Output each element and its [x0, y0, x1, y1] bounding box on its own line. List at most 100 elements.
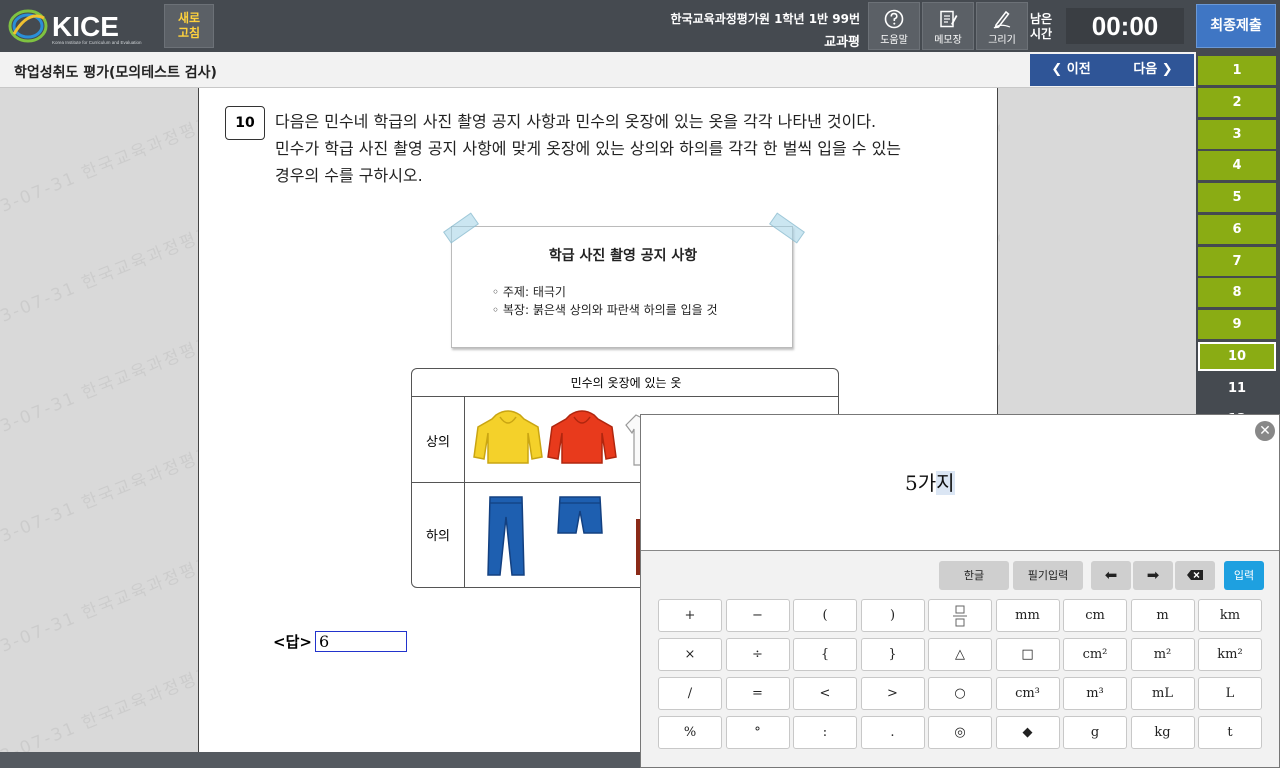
question-number-button[interactable]: 8 [1198, 278, 1276, 308]
arrow-right-icon[interactable]: ➡ [1133, 561, 1173, 590]
question-number: 10 [225, 106, 265, 140]
help-button[interactable]: 도움말 [868, 2, 920, 50]
keypad-key[interactable]: ) [860, 599, 925, 632]
question-number-button[interactable]: 4 [1198, 151, 1276, 181]
keypad-key[interactable]: ◆ [995, 716, 1060, 749]
divider [464, 397, 465, 587]
keypad-key[interactable]: g [1063, 716, 1127, 749]
notice-title: 학급 사진 촬영 공지 사항 [548, 248, 698, 264]
keypad-key[interactable]: kg [1130, 716, 1195, 749]
chevron-right-icon: ❯ [1161, 62, 1173, 77]
help-icon [884, 9, 904, 29]
composing-character: 지 [936, 471, 955, 495]
input-display[interactable]: 5가지 ✕ [641, 415, 1279, 551]
question-number-button[interactable]: 1 [1198, 56, 1276, 85]
keypad-key[interactable]: cm² [1063, 638, 1127, 671]
backspace-icon[interactable] [1175, 561, 1215, 590]
question-number-button[interactable]: 6 [1198, 214, 1276, 244]
row-label-bottoms: 하의 [426, 529, 450, 544]
top-bar: KICE Korea Institute for Curriculum and … [0, 0, 1280, 52]
refresh-button[interactable]: 새로 고침 [164, 4, 214, 48]
keypad-key[interactable]: mm [995, 599, 1060, 632]
chevron-left-icon: ❮ [1051, 62, 1063, 77]
keypad-key[interactable]: cm³ [995, 677, 1060, 710]
school-class-number: 한국교육과정평가원 1학년 1반 99번 [670, 12, 860, 26]
keypad-key[interactable]: t [1198, 716, 1262, 749]
keypad-key[interactable]: km² [1198, 638, 1262, 671]
question-line: 다음은 민수네 학급의 사진 촬영 공지 사항과 민수의 옷장에 있는 옷을 각… [275, 112, 877, 131]
keypad-key[interactable]: > [860, 677, 925, 710]
question-line: 경우의 수를 구하시오. [275, 166, 423, 185]
help-label: 도움말 [880, 35, 908, 46]
remaining-time-label: 남은 시간 [1030, 12, 1052, 42]
keypad-key[interactable]: ° [725, 716, 790, 749]
keypad-key[interactable]: ○ [928, 677, 992, 710]
timer-label-line1: 남은 [1030, 12, 1053, 26]
memo-button[interactable]: 메모장 [922, 2, 974, 50]
question-number-button[interactable]: 3 [1198, 119, 1276, 149]
answer-input[interactable]: 6 [315, 631, 407, 652]
kice-logo: KICE Korea Institute for Curriculum and … [6, 4, 146, 48]
keypad-key[interactable]: − [725, 599, 790, 632]
keypad-key[interactable]: : [793, 716, 857, 749]
keypad-key[interactable]: m³ [1063, 677, 1127, 710]
answer-label: <답> [273, 633, 312, 651]
row-label-tops: 상의 [426, 435, 450, 450]
keypad-key[interactable]: / [658, 677, 722, 710]
next-button[interactable]: 다음 ❯ [1112, 54, 1194, 86]
notice-item: ◦ 주제: 태극기 [492, 285, 566, 299]
title-bar: 학업성취도 평가(모의테스트 검사) ❮ 이전 다음 ❯ [0, 52, 1196, 88]
question-number-button[interactable]: 11 [1198, 373, 1276, 403]
keypad-key[interactable]: ◎ [928, 716, 992, 749]
keypad-key[interactable]: = [725, 677, 790, 710]
question-number-button[interactable]: 10 [1198, 341, 1276, 371]
memo-icon [940, 10, 958, 28]
keypad-key[interactable]: △ [928, 638, 992, 671]
keypad-key[interactable]: . [860, 716, 925, 749]
question-number-button[interactable]: 9 [1198, 310, 1276, 339]
arrow-left-icon[interactable]: ⬅ [1091, 561, 1131, 590]
keypad-key[interactable]: cm [1063, 599, 1127, 632]
keypad-key[interactable]: } [860, 638, 925, 671]
keypad-key[interactable]: □ [995, 638, 1060, 671]
blue-shorts-image [557, 496, 603, 534]
math-input-panel: 5가지 ✕ 한글 필기입력 ⬅ ➡ 입력 + −() mm cm m km × ÷{} △ □ cm… [640, 414, 1280, 768]
final-submit-button[interactable]: 최종제출 [1196, 4, 1276, 48]
keypad-key[interactable]: ÷ [725, 638, 790, 671]
student-name: 교과평 [824, 35, 860, 50]
keypad-key[interactable]: L [1198, 677, 1262, 710]
prev-button[interactable]: ❮ 이전 [1030, 54, 1112, 86]
keypad-key[interactable]: { [793, 638, 857, 671]
keypad-key[interactable]: m [1130, 599, 1195, 632]
handwriting-mode-button[interactable]: 필기입력 [1013, 561, 1083, 590]
page-title: 학업성취도 평가(모의테스트 검사) [14, 65, 217, 81]
refresh-label-line2: 고침 [177, 26, 201, 40]
keypad-key[interactable]: × [658, 638, 722, 671]
question-number-button[interactable]: 7 [1198, 246, 1276, 276]
keypad-key[interactable]: km [1198, 599, 1262, 632]
close-icon[interactable]: ✕ [1255, 421, 1275, 441]
fraction-icon [953, 605, 967, 627]
keypad-key[interactable]: % [658, 716, 722, 749]
input-text: 5가 [905, 471, 937, 495]
korean-mode-button[interactable]: 한글 [939, 561, 1009, 590]
photo-notice-card: 학급 사진 촬영 공지 사항 ◦ 주제: 태극기 ◦ 복장: 붉은색 상의와 파… [443, 212, 805, 348]
blue-jeans-image [487, 496, 525, 576]
question-number-button[interactable]: 5 [1198, 183, 1276, 212]
enter-button[interactable]: 입력 [1224, 561, 1264, 590]
logo-subtitle: Korea Institute for Curriculum and Evalu… [52, 40, 142, 45]
student-info: 한국교육과정평가원 1학년 1반 99번 교과평 [671, 10, 860, 50]
input-display-text: 5가지 [905, 467, 955, 496]
draw-button[interactable]: 그리기 [976, 2, 1028, 50]
tape-decoration [443, 212, 479, 244]
keypad-key[interactable]: + [658, 599, 722, 632]
question-number-button[interactable]: 2 [1198, 87, 1276, 117]
keypad-key[interactable]: < [793, 677, 857, 710]
fraction-key[interactable] [928, 599, 992, 632]
keypad-key[interactable]: m² [1130, 638, 1195, 671]
keypad-key[interactable]: ( [793, 599, 857, 632]
timer-label-line2: 시간 [1030, 27, 1053, 41]
remaining-time-value: 00:00 [1066, 8, 1184, 44]
prev-label: 이전 [1066, 62, 1091, 77]
keypad-key[interactable]: mL [1130, 677, 1195, 710]
